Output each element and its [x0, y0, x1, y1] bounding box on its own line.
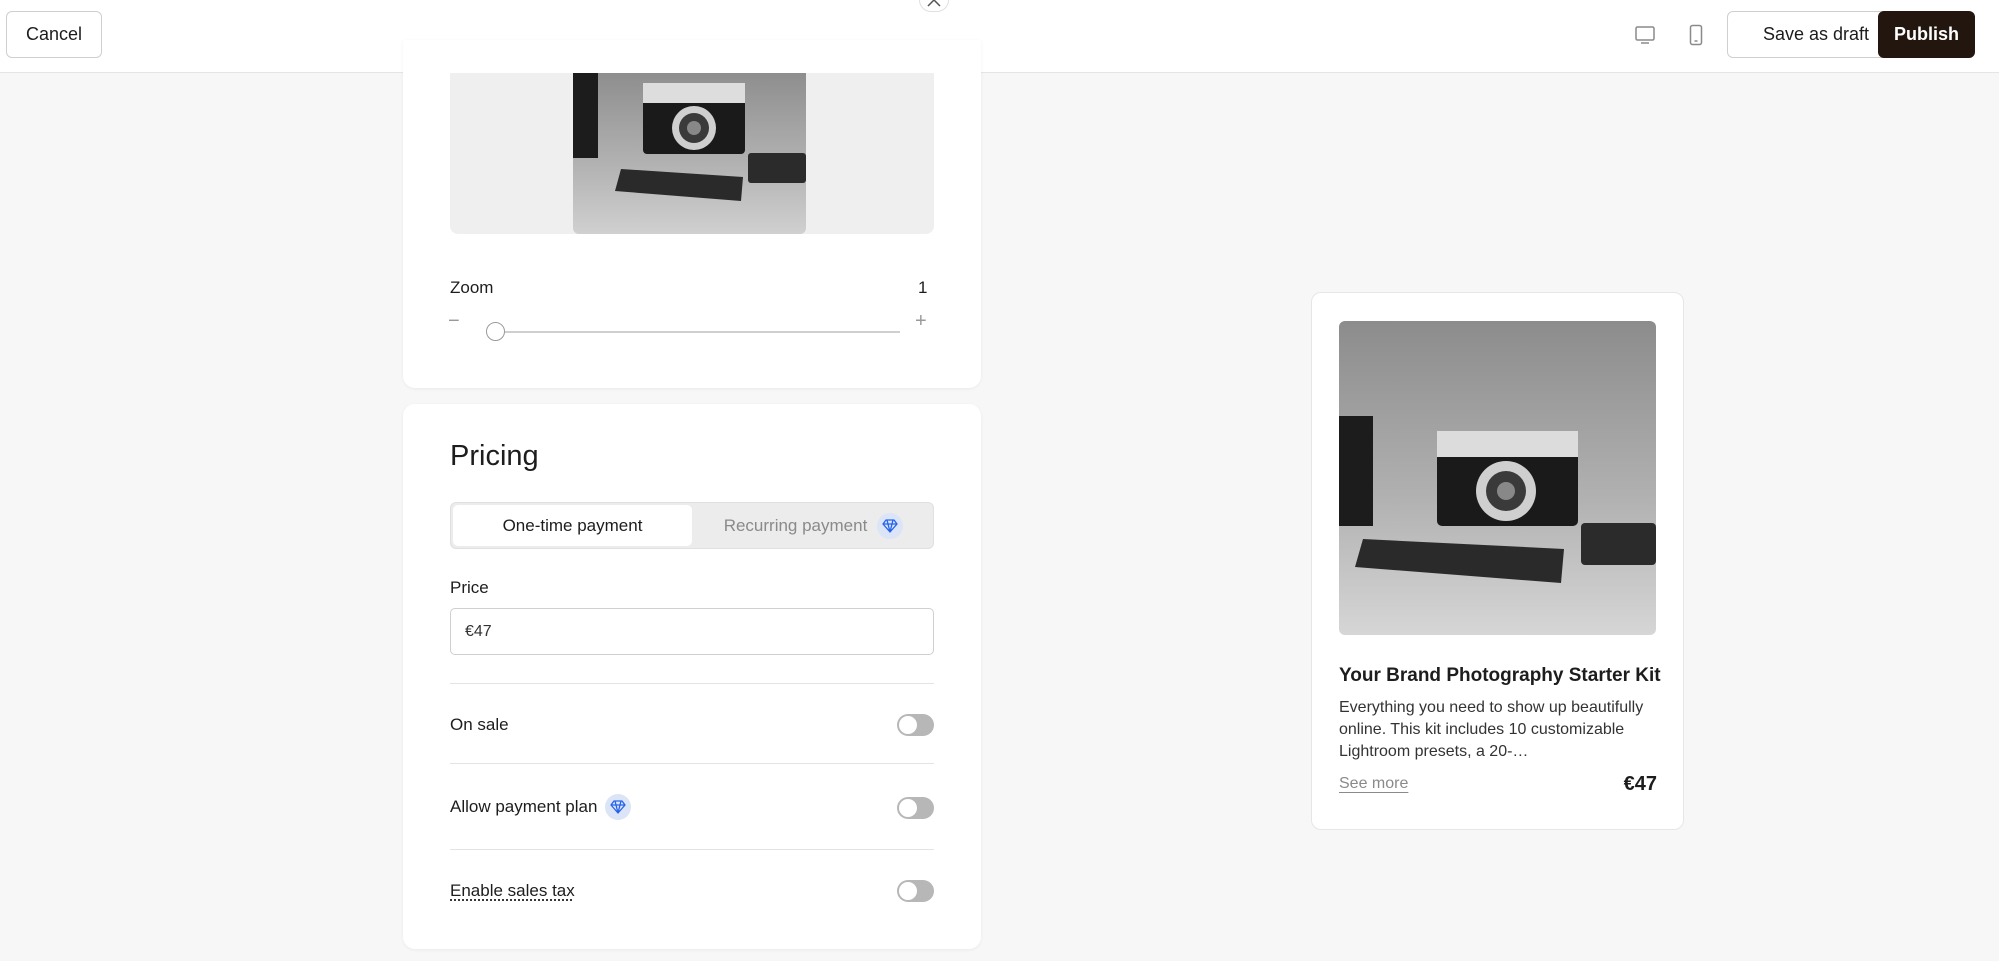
payment-plan-text: Allow payment plan [450, 797, 598, 816]
product-preview-card: Your Brand Photography Starter Kit Every… [1311, 292, 1684, 830]
zoom-out-button[interactable]: − [448, 310, 464, 334]
price-label: Price [450, 578, 489, 597]
payment-plan-label: Allow payment plan [450, 794, 632, 820]
on-sale-label: On sale [450, 715, 509, 735]
recurring-payment-label: Recurring payment [723, 515, 868, 535]
mobile-view-button[interactable] [1681, 20, 1711, 50]
camera-photo [573, 73, 806, 234]
desktop-icon [1635, 26, 1655, 44]
top-bar: Cancel Save as draft Publish [0, 0, 1999, 73]
pricing-card: Pricing One-time payment Recurring payme… [403, 404, 981, 949]
on-sale-text: On sale [450, 715, 509, 734]
zoom-slider-thumb[interactable] [486, 322, 505, 341]
collapse-handle[interactable] [919, 0, 949, 12]
divider [450, 683, 934, 684]
cancel-button[interactable]: Cancel [6, 11, 102, 58]
price-input[interactable] [450, 608, 934, 655]
recurring-payment-tab[interactable]: Recurring payment [694, 505, 933, 546]
divider [450, 763, 934, 764]
see-more-link[interactable]: See more [1339, 775, 1408, 793]
zoom-label: Zoom [450, 278, 494, 297]
payment-plan-toggle[interactable] [897, 797, 934, 819]
sales-tax-toggle[interactable] [897, 880, 934, 902]
desktop-view-button[interactable] [1630, 20, 1660, 50]
product-image-crop[interactable] [573, 73, 806, 234]
zoom-in-button[interactable]: + [915, 310, 931, 334]
pricing-title: Pricing [450, 440, 539, 472]
premium-badge [877, 512, 904, 539]
zoom-value: 1 [918, 278, 928, 297]
diamond-icon [882, 518, 898, 533]
sales-tax-text[interactable]: Enable sales tax [450, 881, 575, 901]
premium-badge [605, 794, 632, 820]
one-time-payment-tab[interactable]: One-time payment [453, 505, 692, 546]
publish-button[interactable]: Publish [1878, 11, 1975, 58]
camera-photo [1339, 321, 1656, 635]
zoom-slider-track[interactable] [495, 331, 900, 333]
divider [450, 849, 934, 850]
chevron-up-icon [927, 0, 941, 7]
on-sale-toggle[interactable] [897, 714, 934, 736]
preview-price: €47 [1623, 773, 1657, 795]
payment-type-toggle: One-time payment Recurring payment [450, 502, 934, 549]
image-editor-card: Zoom 1 − + [403, 40, 981, 388]
preview-image [1339, 321, 1656, 635]
diamond-icon [610, 800, 627, 814]
sales-tax-label: Enable sales tax [450, 881, 575, 901]
mobile-icon [1689, 24, 1703, 46]
preview-description: Everything you need to show up beautiful… [1339, 699, 1644, 760]
image-crop-area[interactable] [450, 73, 934, 234]
preview-title: Your Brand Photography Starter Kit [1339, 665, 1661, 686]
